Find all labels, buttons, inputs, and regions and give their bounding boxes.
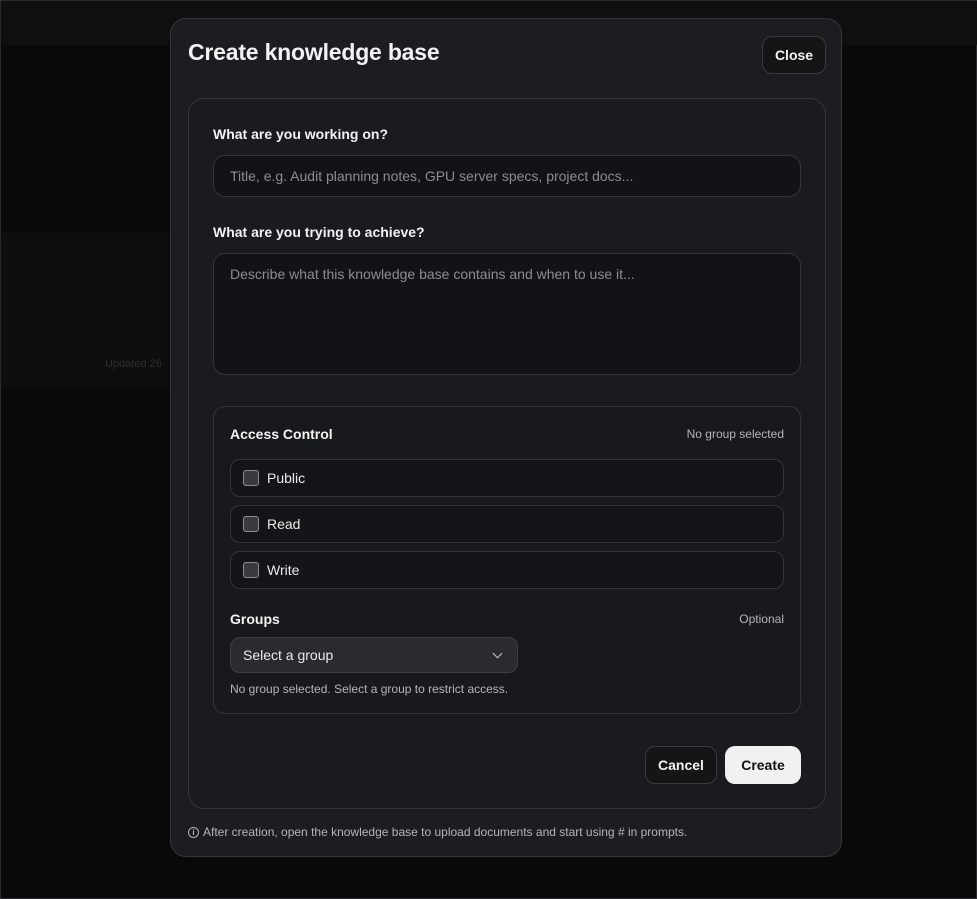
close-button[interactable]: Close: [762, 36, 826, 74]
group-select[interactable]: Select a group: [230, 637, 518, 673]
modal-title: Create knowledge base: [188, 39, 440, 65]
group-hint: No group selected. Select a group to res…: [230, 682, 509, 696]
groups-optional-label: Optional: [739, 612, 784, 626]
footer-note-text: After creation, open the knowledge base …: [203, 825, 688, 839]
public-checkbox[interactable]: [243, 470, 259, 486]
access-control-status: No group selected: [686, 427, 784, 441]
permission-public[interactable]: Public: [230, 459, 784, 497]
groups-title: Groups: [230, 611, 280, 627]
group-select-value: Select a group: [243, 647, 334, 663]
permission-label: Public: [267, 470, 306, 486]
description-textarea[interactable]: [213, 253, 801, 375]
background-updated-text: Updated 26: [105, 358, 162, 370]
permission-write[interactable]: Write: [230, 551, 784, 589]
info-icon: i: [188, 826, 199, 838]
write-checkbox[interactable]: [243, 562, 259, 578]
cancel-button[interactable]: Cancel: [645, 746, 717, 784]
create-button[interactable]: Create: [725, 746, 801, 784]
access-control-title: Access Control: [230, 426, 333, 442]
permission-read[interactable]: Read: [230, 505, 784, 543]
footer-note: i After creation, open the knowledge bas…: [188, 825, 687, 839]
permission-label: Read: [267, 516, 301, 532]
permission-label: Write: [267, 562, 300, 578]
title-input[interactable]: [213, 155, 801, 197]
read-checkbox[interactable]: [243, 516, 259, 532]
access-control-section: Access Control No group selected Public …: [213, 406, 801, 714]
form-card: What are you working on? What are you tr…: [188, 98, 826, 809]
chevron-down-icon: [492, 648, 503, 658]
working-on-label: What are you working on?: [213, 126, 389, 142]
achieve-label: What are you trying to achieve?: [213, 224, 425, 240]
create-knowledge-base-modal: Create knowledge base Close What are you…: [170, 18, 842, 857]
